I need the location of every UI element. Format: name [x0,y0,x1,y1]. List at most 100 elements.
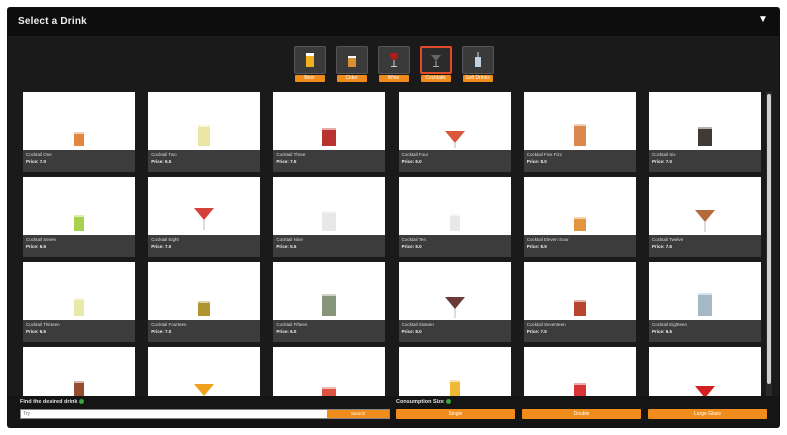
grid-scrollbar[interactable] [766,92,772,396]
drink-glass-icon [698,127,712,146]
drink-price: Price: 6.0 [401,244,422,249]
drink-name: Cocktail Ten [401,237,427,242]
drink-price: Price: 7.0 [652,159,673,164]
drink-glass-icon [449,380,460,396]
drink-card[interactable]: Cocktail Seven Price: 6.5 [23,177,135,257]
category-tab-3[interactable]: Wine [377,46,410,82]
consume-double-button[interactable]: Double [522,409,641,419]
drink-image [273,262,386,320]
drink-card[interactable] [523,347,636,396]
drink-image [649,92,761,150]
scrollbar-thumb[interactable] [767,94,771,384]
drink-category-icon [346,51,358,69]
category-tab-2[interactable]: Cider [335,46,368,82]
drink-name: Cocktail Eighteen [652,322,688,327]
drink-price: Price: 5.5 [276,244,297,249]
drink-name: Cocktail Four [401,152,429,157]
drink-glass-icon [322,128,337,146]
drink-glass-icon [444,297,465,318]
drink-image [148,347,261,396]
select-drink-dialog: Select a Drink ▼ Beer Cider Wine Cocktails S… [8,8,779,427]
drink-category-icon [430,51,442,69]
footer: Find the desired drink Search Consumptio… [8,396,779,427]
category-tab-1[interactable]: Beer [293,46,326,82]
drink-name: Cocktail One [26,152,52,157]
drink-card[interactable] [398,347,511,396]
drink-name: Cocktail Eleven Sour [526,237,569,242]
close-icon[interactable]: ▼ [757,14,769,26]
drink-glass-icon [74,298,84,316]
drink-price: Price: 7.5 [652,244,673,249]
drink-name: Cocktail Eight [151,237,179,242]
drink-glass-icon [322,294,337,316]
drink-card[interactable]: Cocktail Eight Price: 7.0 [148,177,261,257]
drink-image [398,347,511,396]
drink-card[interactable]: Cocktail Seventeen Price: 7.5 [523,262,636,342]
drink-price: Price: 7.0 [151,329,172,334]
drink-card[interactable]: Cocktail Eighteen Price: 6.5 [649,262,761,342]
drink-glass-icon [322,211,337,231]
drink-price: Price: 8.0 [526,159,547,164]
drink-price: Price: 6.5 [151,159,172,164]
drink-card[interactable]: Cocktail Nine Price: 5.5 [273,177,386,257]
drink-card[interactable]: Cocktail Two Price: 6.5 [148,92,261,172]
drink-image [148,92,261,150]
consume-label: Consumption Size [396,399,451,405]
drink-card[interactable]: Cocktail Eleven Sour Price: 8.5 [523,177,636,257]
search-button[interactable]: Search [327,410,389,418]
drink-card[interactable]: Cocktail Ten Price: 6.0 [398,177,511,257]
consume-single-button[interactable]: Single [396,409,515,419]
drink-name: Cocktail Three [276,152,306,157]
drink-image [23,347,135,396]
drink-name: Cocktail Two [151,152,177,157]
drink-image [398,177,511,235]
drink-glass-icon [698,293,712,316]
category-bar: Beer Cider Wine Cocktails Soft Drinks [8,46,779,90]
consume-large-button[interactable]: Large Glass [648,409,767,419]
drink-card[interactable] [23,347,135,396]
category-label: Cider [336,75,367,82]
drink-image [523,177,636,235]
drink-name: Cocktail Thirteen [26,322,60,327]
drink-price: Price: 7.0 [26,159,47,164]
drink-image [649,262,761,320]
drink-card[interactable]: Cocktail Fifteen Price: 6.0 [273,262,386,342]
drink-glass-icon [573,217,586,231]
drink-category-icon [472,51,484,69]
drink-card[interactable]: Cocktail Sixteen Price: 8.0 [398,262,511,342]
drink-image [523,262,636,320]
drink-price: Price: 7.5 [526,329,547,334]
drink-card[interactable]: Cocktail Three Price: 7.5 [273,92,386,172]
drink-glass-icon [695,210,715,232]
drink-image [273,347,386,396]
drink-price: Price: 6.0 [401,159,422,164]
drink-card[interactable]: Cocktail Five Fizz Price: 8.0 [523,92,636,172]
drink-card[interactable]: Cocktail Thirteen Price: 6.5 [23,262,135,342]
drink-image [398,92,511,150]
category-label: Cocktails [420,75,451,82]
drink-image [273,177,386,235]
category-tab-4[interactable]: Cocktails [419,46,452,82]
drink-price: Price: 6.5 [26,329,47,334]
category-label: Soft Drinks [462,75,493,82]
drink-card[interactable]: Cocktail Four Price: 6.0 [398,92,511,172]
drink-name: Cocktail Five Fizz [526,152,563,157]
drink-glass-icon [74,215,84,231]
drink-image [523,92,636,150]
dialog-titlebar: Select a Drink ▼ [8,8,779,36]
drink-name: Cocktail Fourteen [151,322,187,327]
drink-card[interactable]: Cocktail Fourteen Price: 7.0 [148,262,261,342]
drink-name: Cocktail Six [652,152,676,157]
search-box: Search [20,409,390,419]
drink-price: Price: 8.0 [401,329,422,334]
drink-card[interactable]: Cocktail Twelve Price: 7.5 [649,177,761,257]
drink-card[interactable] [273,347,386,396]
search-input[interactable] [21,410,325,418]
drink-card[interactable]: Cocktail Six Price: 7.0 [649,92,761,172]
drink-card[interactable] [649,347,761,396]
category-tab-5[interactable]: Soft Drinks [461,46,494,82]
info-icon [79,399,85,405]
drink-card[interactable] [148,347,261,396]
drink-price: Price: 7.0 [151,244,172,249]
drink-card[interactable]: Cocktail One Price: 7.0 [23,92,135,172]
